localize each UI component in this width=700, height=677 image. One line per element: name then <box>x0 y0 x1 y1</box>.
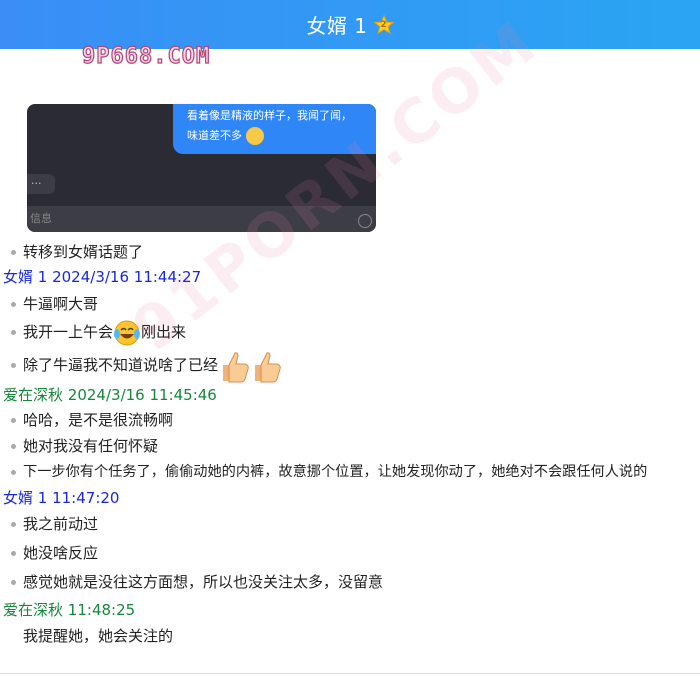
message-line: 她对我没有任何怀疑 <box>0 436 158 456</box>
sender-header: 爱在深秋 2024/3/16 11:45:46 <box>3 385 217 405</box>
message-line: 我提醒她，她会关注的 <box>23 627 174 645</box>
screenshot-bubble-line2: 味道差不多 <box>187 129 242 142</box>
screenshot-input-bar: 信息 <box>27 206 376 232</box>
message-line: 下一步你有个任务了，偷偷动她的内裤，故意挪个位置，让她发现你动了，她绝对不会跟任… <box>0 462 647 482</box>
screenshot-bubble: 看着像是精液的样子，我闻了闻， 味道差不多 <box>173 104 376 154</box>
message-time: 2024/3/16 11:45:46 <box>67 386 217 404</box>
sender-name: 爱在深秋 <box>3 601 64 619</box>
screenshot-dots: ... <box>27 174 55 194</box>
message-time: 2024/3/16 11:44:27 <box>52 268 202 286</box>
site-watermark: 9P668.COM <box>81 43 211 69</box>
smirk-emoji-icon <box>246 127 264 145</box>
bottom-divider <box>0 673 700 674</box>
message-line: 除了牛逼我不知道说啥了已经 <box>0 348 282 382</box>
sender-name: 爱在深秋 <box>3 386 64 404</box>
sender-name: 女婿 1 <box>3 489 48 507</box>
badge-level: 2 <box>380 20 387 30</box>
chat-header: 女婿 1 2 <box>0 0 700 49</box>
message-line: 我之前动过 <box>0 514 98 534</box>
message-line: 转移到女婿话题了 <box>0 242 143 262</box>
thumbs-up-icon <box>223 351 249 382</box>
sender-header: 爱在深秋 11:48:25 <box>3 600 135 620</box>
screenshot-bubble-line1: 看着像是精液的样子，我闻了闻， <box>187 109 352 122</box>
screenshot-emoji-icon <box>358 214 372 228</box>
sender-name: 女婿 1 <box>3 268 48 286</box>
embedded-chat-screenshot: 看着像是精液的样子，我闻了闻， 味道差不多 ... 信息 <box>27 104 376 232</box>
message-line: 我开一上午会 刚出来 <box>0 318 186 346</box>
sender-header: 女婿 1 2024/3/16 11:44:27 <box>3 267 201 287</box>
laugh-cry-emoji-icon <box>114 320 141 345</box>
message-line: 感觉她就是没往这方面想，所以也没关注太多，没留意 <box>0 572 383 592</box>
message-time: 11:48:25 <box>67 601 136 619</box>
thumbs-up-icon <box>255 351 281 382</box>
star-badge-icon: 2 <box>373 14 394 35</box>
message-time: 11:47:20 <box>52 489 120 507</box>
sender-header: 女婿 1 11:47:20 <box>3 488 119 508</box>
chat-title: 女婿 1 <box>306 14 368 38</box>
message-line: 牛逼啊大哥 <box>0 294 98 314</box>
message-line: 她没啥反应 <box>0 543 98 563</box>
message-line: 哈哈，是不是很流畅啊 <box>0 410 173 430</box>
